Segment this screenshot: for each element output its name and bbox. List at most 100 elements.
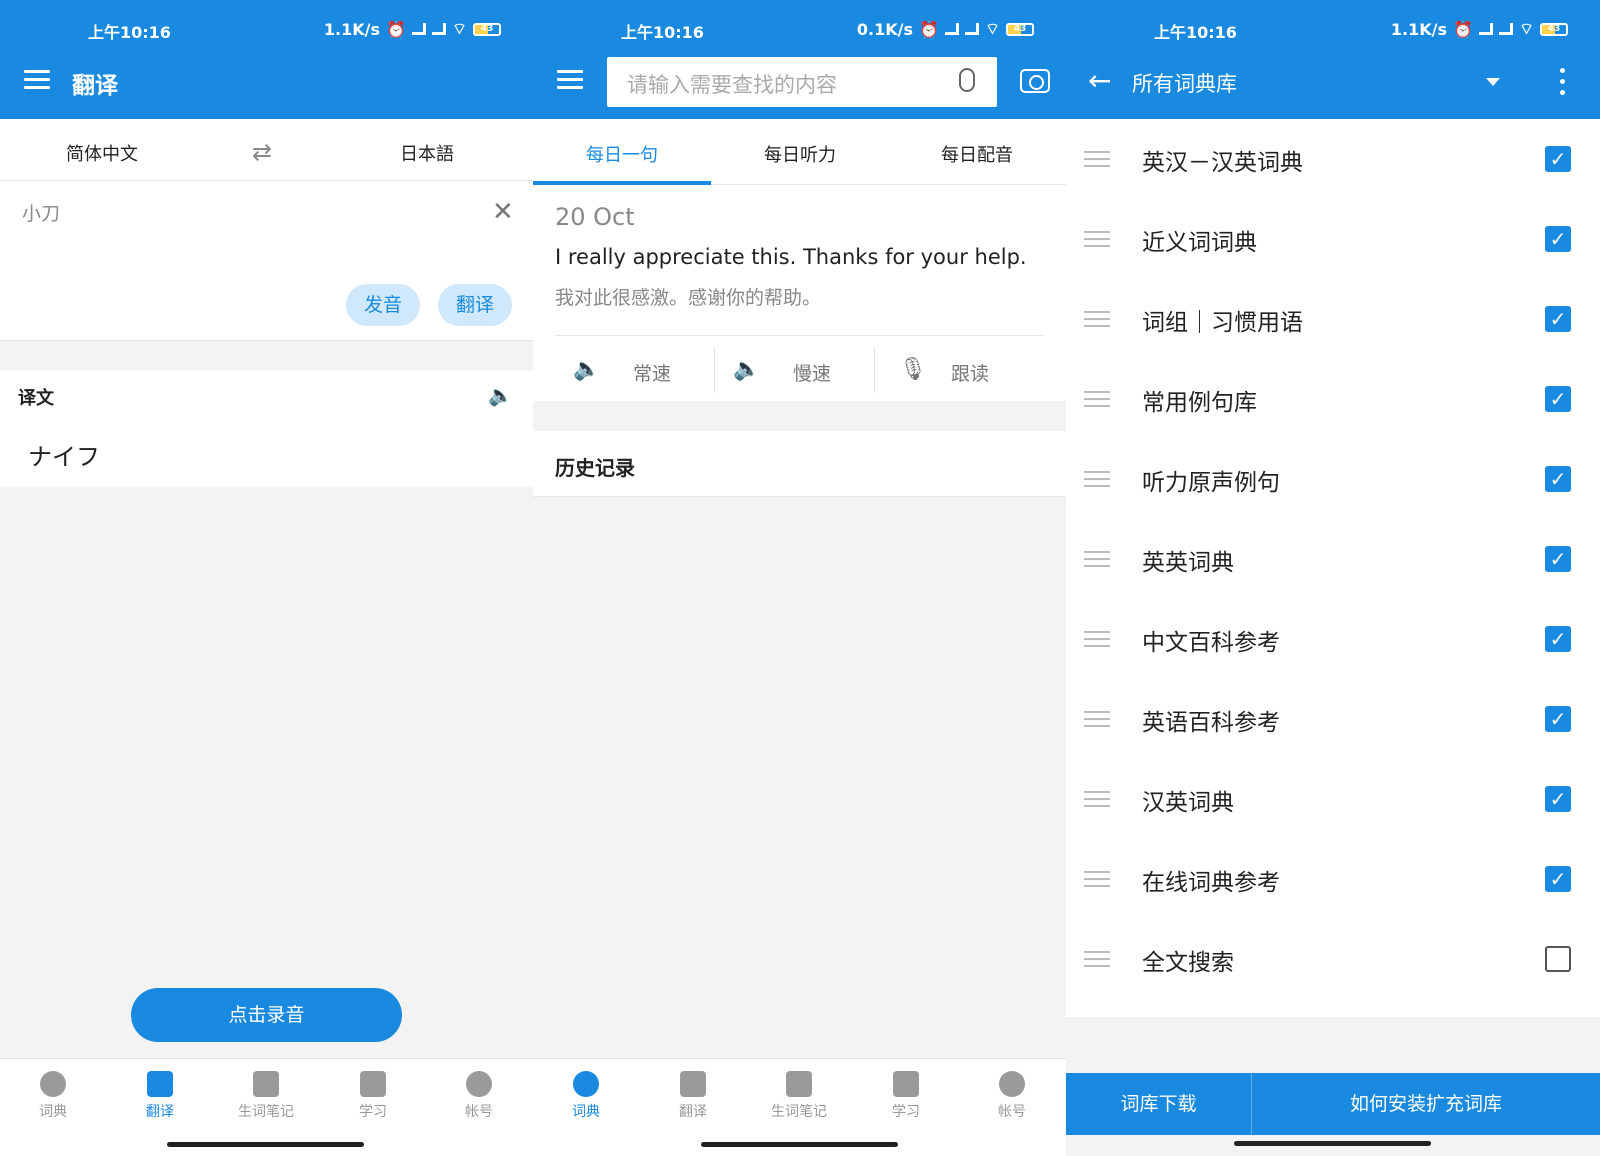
drag-handle-icon[interactable] [1084, 151, 1110, 172]
page-title[interactable]: 所有词典库 [1132, 68, 1237, 98]
tab-daily-listening[interactable]: 每日听力 [711, 141, 889, 167]
tab-daily-sentence[interactable]: 每日一句 [533, 141, 711, 167]
checkbox-checked-icon[interactable]: ✓ [1545, 706, 1571, 732]
wifi-icon: ⌔ [984, 19, 1000, 38]
dictionary-row[interactable]: 英英词典 ✓ [1066, 519, 1600, 599]
search-placeholder: 请输入需要查找的内容 [627, 73, 837, 97]
dropdown-icon[interactable] [1486, 78, 1500, 86]
nav-study[interactable]: 学习 [333, 1071, 413, 1121]
menu-icon[interactable] [24, 70, 50, 90]
translate-button[interactable]: 翻译 [438, 284, 512, 326]
dictionary-row[interactable]: 汉英词典 ✓ [1066, 759, 1600, 839]
dictionary-row[interactable]: 英汉－汉英词典 ✓ [1066, 119, 1600, 199]
drag-handle-icon[interactable] [1084, 551, 1110, 572]
alarm-icon: ⏰ [919, 19, 939, 39]
checkbox-checked-icon[interactable]: ✓ [1545, 306, 1571, 332]
translate-icon [147, 1071, 173, 1097]
dictionary-row[interactable]: 中文百科参考 ✓ [1066, 599, 1600, 679]
checkbox-unchecked-icon[interactable] [1545, 946, 1571, 972]
status-icons: 1.1K/s ⏰ ⌔ 43 [324, 19, 501, 39]
dictionary-name: 英英词典 [1142, 550, 1234, 576]
nav-notes[interactable]: 生词笔记 [759, 1071, 839, 1121]
bottom-nav: 词典 翻译 生词笔记 学习 帐号 [533, 1058, 1066, 1156]
dictionary-name: 词组｜习惯用语 [1142, 310, 1303, 336]
home-indicator[interactable] [701, 1142, 898, 1147]
drag-handle-icon[interactable] [1084, 311, 1110, 332]
drag-handle-icon[interactable] [1084, 391, 1110, 412]
microphone-icon: 🎙 [899, 357, 927, 382]
target-language[interactable]: 日本語 [400, 140, 454, 166]
checkbox-checked-icon[interactable]: ✓ [1545, 226, 1571, 252]
dictionary-row[interactable]: 在线词典参考 ✓ [1066, 839, 1600, 919]
nav-account[interactable]: 帐号 [439, 1071, 519, 1121]
slow-speed-button[interactable]: 🔈 慢速 [733, 345, 863, 395]
checkbox-checked-icon[interactable]: ✓ [1545, 546, 1571, 572]
nav-dictionary[interactable]: 词典 [13, 1071, 93, 1121]
alarm-icon: ⏰ [386, 19, 406, 39]
checkbox-checked-icon[interactable]: ✓ [1545, 786, 1571, 812]
speaker-icon: 🔈 [733, 357, 761, 382]
dictionary-row[interactable]: 词组｜习惯用语 ✓ [1066, 279, 1600, 359]
dictionary-list: 英汉－汉英词典 ✓ 近义词词典 ✓ 词组｜习惯用语 ✓ 常用例句库 ✓ 听力原声例句 ✓ 英英词典 ✓… [1066, 119, 1600, 1017]
translate-screen: 上午10:16 1.1K/s ⏰ ⌔ 43 翻译 简体中文 ⇄ 日本語 小刀 ✕… [0, 0, 533, 1156]
nav-translate[interactable]: 翻译 [120, 1071, 200, 1121]
signal-icon [411, 23, 426, 35]
checkbox-checked-icon[interactable]: ✓ [1545, 386, 1571, 412]
dictionary-row[interactable]: 近义词词典 ✓ [1066, 199, 1600, 279]
drag-handle-icon[interactable] [1084, 471, 1110, 492]
page-title: 翻译 [72, 73, 118, 99]
tab-daily-dubbing[interactable]: 每日配音 [888, 141, 1066, 167]
back-arrow-icon[interactable]: ← [1088, 64, 1111, 97]
dictionary-row[interactable]: 听力原声例句 ✓ [1066, 439, 1600, 519]
drag-handle-icon[interactable] [1084, 711, 1110, 732]
nav-dictionary[interactable]: 词典 [546, 1071, 626, 1121]
dictionary-row[interactable]: 英语百科参考 ✓ [1066, 679, 1600, 759]
checkbox-checked-icon[interactable]: ✓ [1545, 146, 1571, 172]
search-input[interactable]: 请输入需要查找的内容 [607, 57, 997, 107]
source-language[interactable]: 简体中文 [66, 140, 138, 166]
follow-read-button[interactable]: 🎙 跟读 [893, 345, 1023, 395]
swap-icon[interactable]: ⇄ [252, 138, 272, 166]
install-guide-button[interactable]: 如何安装扩充词库 [1252, 1073, 1600, 1135]
pronounce-button[interactable]: 发音 [346, 284, 420, 326]
checkbox-checked-icon[interactable]: ✓ [1545, 466, 1571, 492]
nav-translate[interactable]: 翻译 [653, 1071, 733, 1121]
dictionary-name: 英汉－汉英词典 [1142, 150, 1303, 176]
search-icon [573, 1071, 599, 1097]
dictionary-row[interactable]: 常用例句库 ✓ [1066, 359, 1600, 439]
microphone-icon[interactable] [959, 68, 975, 92]
history-section: 历史记录 [533, 431, 1066, 497]
normal-speed-button[interactable]: 🔈 常速 [573, 345, 703, 395]
notes-icon [786, 1071, 812, 1097]
speaker-icon[interactable]: 🔈 [488, 383, 513, 407]
daily-sentence-card: 20 Oct I really appreciate this. Thanks … [533, 185, 1066, 401]
status-time: 上午10:16 [621, 23, 704, 42]
nav-study[interactable]: 学习 [866, 1071, 946, 1121]
dictionary-screen: 上午10:16 0.1K/s ⏰ ⌔ 43 请输入需要查找的内容 每日一句 每日… [533, 0, 1066, 1156]
dictionary-name: 全文搜索 [1142, 950, 1234, 976]
menu-icon[interactable] [557, 70, 583, 90]
divider [714, 347, 715, 393]
input-text[interactable]: 小刀 [22, 199, 60, 226]
record-button[interactable]: 点击录音 [131, 988, 402, 1042]
nav-notes[interactable]: 生词笔记 [226, 1071, 306, 1121]
nav-account[interactable]: 帐号 [972, 1071, 1052, 1121]
drag-handle-icon[interactable] [1084, 631, 1110, 652]
drag-handle-icon[interactable] [1084, 951, 1110, 972]
checkbox-checked-icon[interactable]: ✓ [1545, 866, 1571, 892]
camera-icon[interactable] [1020, 69, 1050, 93]
drag-handle-icon[interactable] [1084, 871, 1110, 892]
checkbox-checked-icon[interactable]: ✓ [1545, 626, 1571, 652]
drag-handle-icon[interactable] [1084, 231, 1110, 252]
home-indicator[interactable] [1234, 1141, 1431, 1146]
notes-icon [253, 1071, 279, 1097]
wifi-icon: ⌔ [1518, 19, 1534, 38]
input-area[interactable]: 小刀 ✕ 发音 翻译 [0, 181, 533, 341]
more-options-icon[interactable] [1560, 68, 1566, 101]
download-dictionary-button[interactable]: 词库下载 [1066, 1073, 1252, 1135]
home-indicator[interactable] [167, 1142, 364, 1147]
dictionary-row[interactable]: 全文搜索 [1066, 919, 1600, 999]
clear-icon[interactable]: ✕ [492, 197, 514, 227]
drag-handle-icon[interactable] [1084, 791, 1110, 812]
bottom-nav: 词典 翻译 生词笔记 学习 帐号 [0, 1058, 533, 1156]
